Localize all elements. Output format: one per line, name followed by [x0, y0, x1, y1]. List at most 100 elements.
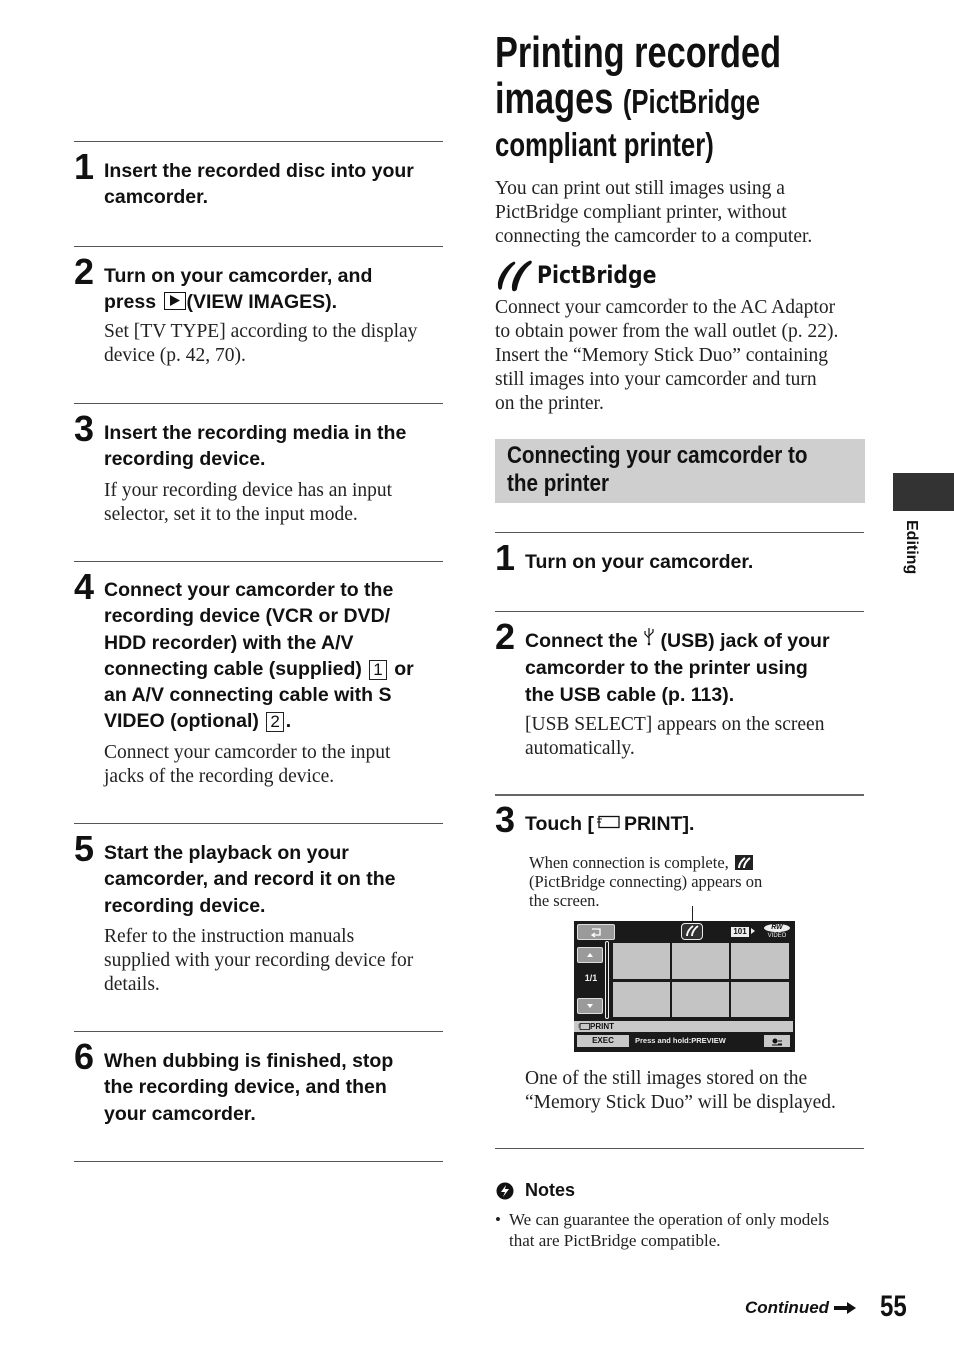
heading-text: Connect the — [525, 630, 638, 652]
return-icon — [590, 928, 601, 938]
body-line: [USB SELECT] appears on the screen — [525, 714, 825, 735]
step-heading-line: connecting cable (supplied) 1 or — [104, 656, 449, 682]
pictbridge-logo: PictBridge — [495, 258, 678, 292]
folder-indicator: 101 — [731, 927, 749, 937]
pictbridge-paragraph: Connect your camcorder to the AC Adaptor… — [495, 296, 870, 416]
title-line: compliant printer) — [495, 126, 714, 163]
callout-text: When connection is complete, (PictBridge… — [529, 853, 799, 910]
step-number: 5 — [74, 828, 95, 869]
body-line: Refer to the instruction manuals — [104, 926, 355, 947]
page-down-button[interactable] — [577, 998, 603, 1014]
step-heading-line: the recording device, and then — [104, 1076, 387, 1099]
para-line: Insert the “Memory Stick Duo” containing — [495, 345, 829, 366]
heading-text: VIDEO (optional) — [104, 710, 259, 733]
option-button[interactable] — [764, 1035, 790, 1047]
step-heading: Insert the recording media in the record… — [104, 420, 444, 473]
thumbnail-cell[interactable] — [731, 943, 789, 979]
usb-icon — [643, 626, 655, 653]
divider — [74, 141, 443, 142]
divider — [74, 1161, 443, 1162]
notes-heading-text: Notes — [525, 1180, 576, 1200]
title-sub: (PictBridge — [622, 83, 761, 120]
step-number: 2 — [74, 251, 95, 292]
side-tab-label-wrap: Editing — [898, 520, 920, 590]
body-line: selector, set it to the input mode. — [104, 504, 358, 525]
bullet: • — [495, 1210, 501, 1229]
step-heading: When dubbing is finished, stop the recor… — [104, 1048, 449, 1127]
step-heading-line: HDD recorder) with the A/V — [104, 631, 354, 654]
divider — [495, 611, 864, 612]
page-indicator: 1/1 — [584, 973, 598, 983]
notes-heading: Notes — [495, 1180, 575, 1201]
page-title: Printing recorded images (PictBridge com… — [495, 30, 862, 165]
callout-line: When connection is complete, — [529, 853, 799, 872]
mode-label: PRINT — [590, 1022, 614, 1031]
continued-indicator: Continued — [745, 1298, 857, 1318]
exec-button[interactable]: EXEC — [577, 1035, 629, 1047]
step-number: 1 — [495, 537, 516, 578]
callout-line: the screen. — [529, 891, 600, 910]
para-line: PictBridge compliant printer, without — [495, 202, 787, 223]
para-line: connecting the camcorder to a computer. — [495, 226, 813, 247]
thumbnail-cell[interactable] — [672, 982, 729, 1017]
step-heading: Connect the (USB) jack of your camcorder… — [525, 628, 870, 708]
page-up-button[interactable] — [577, 947, 603, 963]
callout-number-1: 1 — [369, 659, 387, 680]
arrow-up-icon — [587, 953, 593, 957]
body-line: device (p. 42, 70). — [104, 345, 246, 366]
heading-text: (USB) jack of your — [660, 630, 830, 652]
folder-arrow-icon — [751, 928, 755, 934]
section-heading-line: the printer — [507, 470, 610, 497]
heading-text: press — [104, 291, 157, 314]
step-heading: Start the playback on your camcorder, an… — [104, 840, 449, 919]
step-heading-line: camcorder to the printer using — [525, 657, 808, 680]
divider — [495, 1148, 864, 1149]
thumbnail-cell[interactable] — [731, 982, 789, 1017]
step-heading-line: the USB cable (p. 113). — [525, 683, 735, 706]
step-heading-line: Turn on your camcorder, and — [104, 265, 373, 287]
para-line: One of the still images stored on the — [525, 1068, 808, 1089]
step-body: Connect your camcorder to the input jack… — [104, 741, 449, 789]
step-heading-line: camcorder. — [104, 186, 209, 209]
pictbridge-connecting-icon — [734, 854, 753, 870]
section-heading-line: Connecting your camcorder to — [507, 442, 808, 469]
step-heading-line: camcorder, and record it on the — [104, 868, 396, 891]
scrollbar[interactable] — [605, 941, 609, 1019]
thumbnail-cell[interactable] — [672, 943, 729, 979]
step-number: 2 — [495, 616, 516, 657]
result-paragraph: One of the still images stored on the “M… — [525, 1067, 870, 1115]
arrow-down-icon — [587, 1004, 593, 1008]
step-heading: Connect your camcorder to the recording … — [104, 577, 449, 735]
thumbnail-cell[interactable] — [613, 982, 670, 1017]
heading-text: PRINT]. — [623, 813, 695, 835]
camera-lcd-screen: 101 RW VIDEO 1/1 PRINT EXEC Press and ho… — [574, 921, 795, 1052]
print-icon — [578, 1023, 590, 1031]
step-heading-line: Turn on your camcorder. — [525, 551, 754, 573]
pictbridge-status-icon — [681, 923, 703, 940]
step-heading-line: VIDEO (optional) 2. — [104, 708, 449, 734]
step-heading-line: Insert the recording media in the — [104, 422, 407, 444]
disc-type-icon: RW — [764, 924, 790, 932]
para-line: Connect your camcorder to the AC Adaptor — [495, 297, 836, 318]
side-tab-label: Editing — [903, 520, 920, 575]
heading-text: or — [394, 657, 414, 680]
thumbnail-cell[interactable] — [613, 943, 670, 979]
intro-paragraph: You can print out still images using a P… — [495, 177, 870, 249]
step-body: Set [TV TYPE] according to the display d… — [104, 320, 449, 368]
callout-line: (PictBridge connecting) appears on — [529, 872, 763, 891]
return-button[interactable] — [577, 924, 615, 940]
step-body: [USB SELECT] appears on the screen autom… — [525, 713, 870, 761]
body-line: supplied with your recording device for — [104, 950, 414, 971]
body-line: jacks of the recording device. — [104, 766, 335, 787]
para-line: still images into your camcorder and tur… — [495, 369, 817, 390]
divider — [74, 823, 443, 824]
para-line: You can print out still images using a — [495, 178, 785, 199]
disc-type-label: VIDEO — [767, 933, 787, 939]
step-number: 6 — [74, 1036, 95, 1077]
step-number: 3 — [495, 799, 516, 840]
step-heading-line: Connect the (USB) jack of your — [525, 628, 870, 655]
step-heading-line: Start the playback on your — [104, 842, 349, 864]
play-button-icon — [164, 292, 187, 311]
step-heading: Insert the recorded disc into your camco… — [104, 158, 444, 211]
step-body: If your recording device has an input se… — [104, 479, 449, 527]
